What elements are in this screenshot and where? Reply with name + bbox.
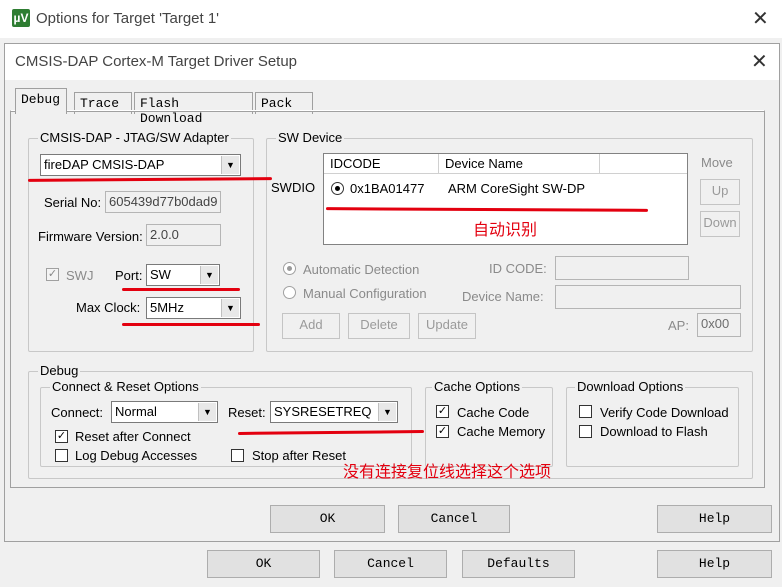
cache-group-label: Cache Options (432, 379, 522, 394)
serial-field: 605439d77b0dad9 (105, 191, 221, 213)
cache-memory-checkbox[interactable]: ✓ (436, 425, 449, 438)
adapter-group-label: CMSIS-DAP - JTAG/SW Adapter (38, 130, 231, 145)
swj-checkbox: ✓ (46, 268, 59, 281)
debug-group-label: Debug (38, 363, 81, 378)
stop-after-reset-checkbox[interactable] (231, 449, 244, 462)
swdio-label: SWDIO (271, 180, 316, 195)
sw-device-group-label: SW Device (276, 130, 345, 145)
port-select[interactable]: SW ▼ (146, 264, 220, 286)
reset-select-value: SYSRESETREQ (274, 404, 372, 419)
underline-maxclock (122, 323, 260, 326)
connect-select[interactable]: Normal ▼ (111, 401, 218, 423)
swj-label: SWJ (66, 268, 94, 283)
reset-select[interactable]: SYSRESETREQ ▼ (270, 401, 398, 423)
chevron-down-icon[interactable]: ▼ (221, 299, 239, 317)
dialog-title-bar: CMSIS-DAP Cortex-M Target Driver Setup ✕ (5, 44, 779, 80)
update-button[interactable]: Update (418, 313, 476, 339)
col-idcode[interactable]: IDCODE (324, 154, 439, 174)
col-device-name[interactable]: Device Name (439, 154, 600, 174)
move-label: Move (701, 155, 733, 170)
ap-field[interactable]: 0x00 (697, 313, 741, 337)
outer-close-icon[interactable]: ✕ (752, 9, 769, 29)
down-button[interactable]: Down (700, 211, 740, 237)
add-button[interactable]: Add (282, 313, 340, 339)
device-row-idcode: 0x1BA01477 (350, 181, 425, 196)
device-row-name: ARM CoreSight SW-DP (448, 181, 586, 196)
dialog-cancel-button[interactable]: Cancel (398, 505, 510, 533)
chevron-down-icon[interactable]: ▼ (221, 156, 239, 174)
device-row-radio[interactable] (331, 182, 344, 195)
device-row[interactable]: 0x1BA01477 ARM CoreSight SW-DP (324, 178, 687, 198)
devname-label: Device Name: (462, 289, 544, 304)
outer-cancel-button[interactable]: Cancel (334, 550, 447, 578)
dialog-help-button[interactable]: Help (657, 505, 772, 533)
outer-defaults-button[interactable]: Defaults (462, 550, 575, 578)
connect-label: Connect: (51, 405, 104, 420)
verify-code-checkbox[interactable] (579, 405, 592, 418)
reset-label: Reset: (228, 405, 266, 420)
idcode-field[interactable] (555, 256, 689, 280)
idcode-label: ID CODE: (489, 261, 547, 276)
log-debug-label: Log Debug Accesses (75, 448, 198, 463)
cache-code-label: Cache Code (457, 405, 530, 420)
maxclock-select[interactable]: 5MHz ▼ (146, 297, 241, 319)
download-flash-checkbox[interactable] (579, 425, 592, 438)
outer-window-title: Options for Target 'Target 1' (36, 10, 220, 27)
device-list-header: IDCODE Device Name (324, 154, 687, 174)
chevron-down-icon[interactable]: ▼ (200, 266, 218, 284)
reset-after-connect-label: Reset after Connect (75, 429, 191, 444)
cache-code-checkbox[interactable]: ✓ (436, 405, 449, 418)
outer-ok-button[interactable]: OK (207, 550, 320, 578)
firmware-field: 2.0.0 (146, 224, 221, 246)
maxclock-select-value: 5MHz (150, 300, 184, 315)
outer-title-bar: µV Options for Target 'Target 1' ✕ (0, 0, 782, 38)
download-group-label: Download Options (575, 379, 686, 394)
serial-label: Serial No: (44, 195, 102, 210)
tab-debug[interactable]: Debug (15, 88, 67, 114)
maxclock-label: Max Clock: (76, 300, 141, 315)
up-button[interactable]: Up (700, 179, 740, 205)
manual-config-radio[interactable] (283, 286, 296, 299)
stop-after-reset-label: Stop after Reset (252, 448, 346, 463)
port-label: Port: (115, 268, 143, 283)
download-flash-label: Download to Flash (600, 424, 708, 439)
cache-memory-label: Cache Memory (457, 424, 546, 439)
annotation-auto-detect: 自动识别 (473, 220, 538, 239)
auto-detect-label: Automatic Detection (303, 262, 420, 277)
dialog-title: CMSIS-DAP Cortex-M Target Driver Setup (15, 53, 298, 70)
connect-reset-group-label: Connect & Reset Options (50, 379, 201, 394)
reset-after-connect-checkbox[interactable]: ✓ (55, 430, 68, 443)
underline-port (122, 288, 240, 291)
annotation-reset-note: 没有连接复位线选择这个选项 (343, 462, 552, 481)
delete-button[interactable]: Delete (348, 313, 410, 339)
dialog-ok-button[interactable]: OK (270, 505, 385, 533)
chevron-down-icon[interactable]: ▼ (198, 403, 216, 421)
port-select-value: SW (150, 267, 171, 282)
ap-label: AP: (668, 318, 689, 333)
auto-detect-radio[interactable] (283, 262, 296, 275)
adapter-select[interactable]: fireDAP CMSIS-DAP ▼ (40, 154, 241, 176)
dialog-close-icon[interactable]: ✕ (751, 52, 768, 72)
adapter-select-value: fireDAP CMSIS-DAP (44, 157, 165, 172)
verify-code-label: Verify Code Download (600, 405, 729, 420)
firmware-label: Firmware Version: (38, 229, 143, 244)
chevron-down-icon[interactable]: ▼ (378, 403, 396, 421)
manual-config-label: Manual Configuration (303, 286, 427, 301)
keil-app-icon: µV (12, 9, 30, 27)
log-debug-checkbox[interactable] (55, 449, 68, 462)
devname-field[interactable] (555, 285, 741, 309)
connect-select-value: Normal (115, 404, 157, 419)
outer-help-button[interactable]: Help (657, 550, 772, 578)
